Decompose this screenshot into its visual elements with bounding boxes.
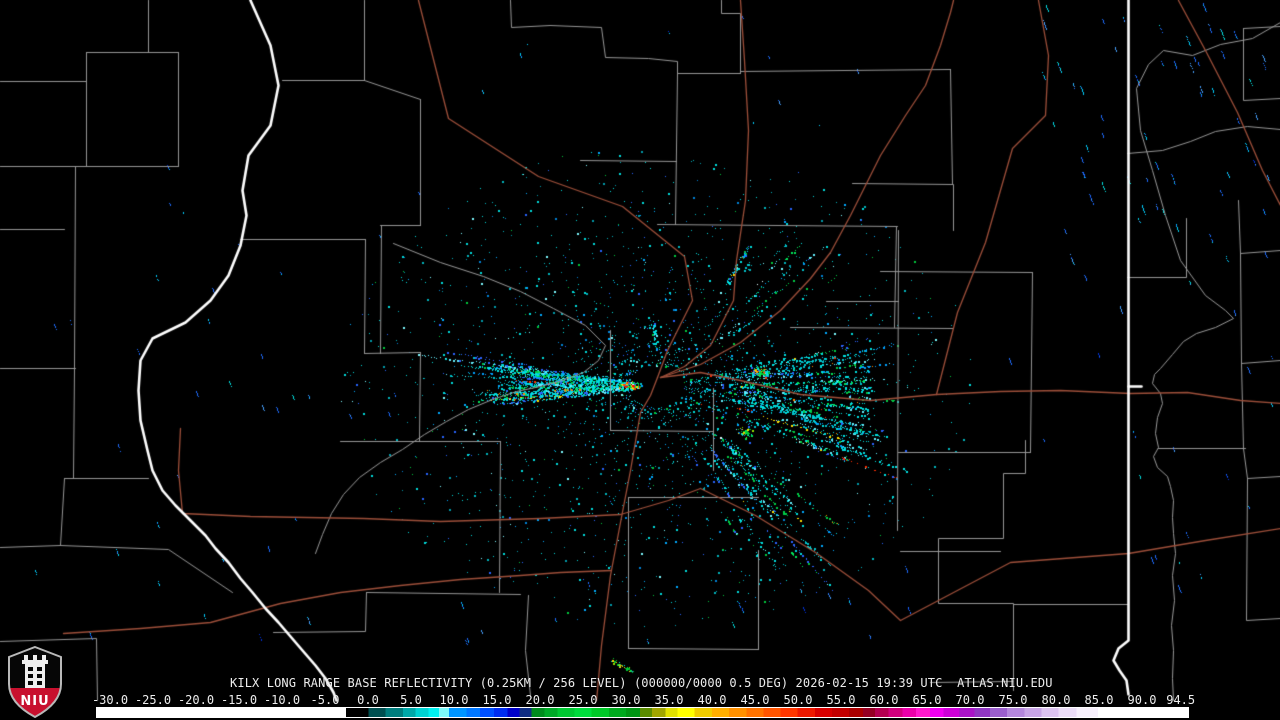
colorbar-label: 90.0 (1127, 693, 1157, 707)
colorbar-label: 35.0 (654, 693, 684, 707)
colorbar-label: 10.0 (439, 693, 469, 707)
reflectivity-colorbar (96, 707, 1189, 718)
colorbar-label: 45.0 (740, 693, 770, 707)
niu-logo: NIU (8, 646, 62, 718)
colorbar-label: 65.0 (912, 693, 942, 707)
niu-wordmark: NIU (20, 694, 49, 709)
colorbar-label: 60.0 (869, 693, 899, 707)
colorbar-label: 80.0 (1041, 693, 1071, 707)
colorbar-label: 25.0 (568, 693, 598, 707)
colorbar-label: -15.0 (220, 693, 258, 707)
colorbar-label: -10.0 (263, 693, 301, 707)
colorbar-label: 70.0 (955, 693, 985, 707)
colorbar-label: -5.0 (310, 693, 340, 707)
colorbar-label: 55.0 (826, 693, 856, 707)
colorbar-label: -25.0 (134, 693, 172, 707)
colorbar-label: 0.0 (357, 693, 379, 707)
castle-icon (22, 655, 48, 688)
colorbar-label: 85.0 (1084, 693, 1114, 707)
colorbar-label: -20.0 (177, 693, 215, 707)
colorbar-label: 15.0 (482, 693, 512, 707)
radar-frame: KILX LONG RANGE BASE REFLECTIVITY (0.25K… (0, 0, 1280, 720)
colorbar-labels: -30.0 -25.0 -20.0 -15.0 -10.0 -5.0 0.0 5.0 10.0 1… (0, 694, 1280, 706)
colorbar-label: 50.0 (783, 693, 813, 707)
colorbar-label: 94.5 (1166, 693, 1196, 707)
radar-map-canvas (0, 0, 1280, 720)
product-caption: KILX LONG RANGE BASE REFLECTIVITY (0.25K… (230, 676, 1053, 690)
colorbar-label: 20.0 (525, 693, 555, 707)
colorbar-label: 75.0 (998, 693, 1028, 707)
colorbar-label: 30.0 (611, 693, 641, 707)
colorbar-label: 5.0 (400, 693, 422, 707)
colorbar-label: 40.0 (697, 693, 727, 707)
colorbar-label: -30.0 (91, 693, 129, 707)
